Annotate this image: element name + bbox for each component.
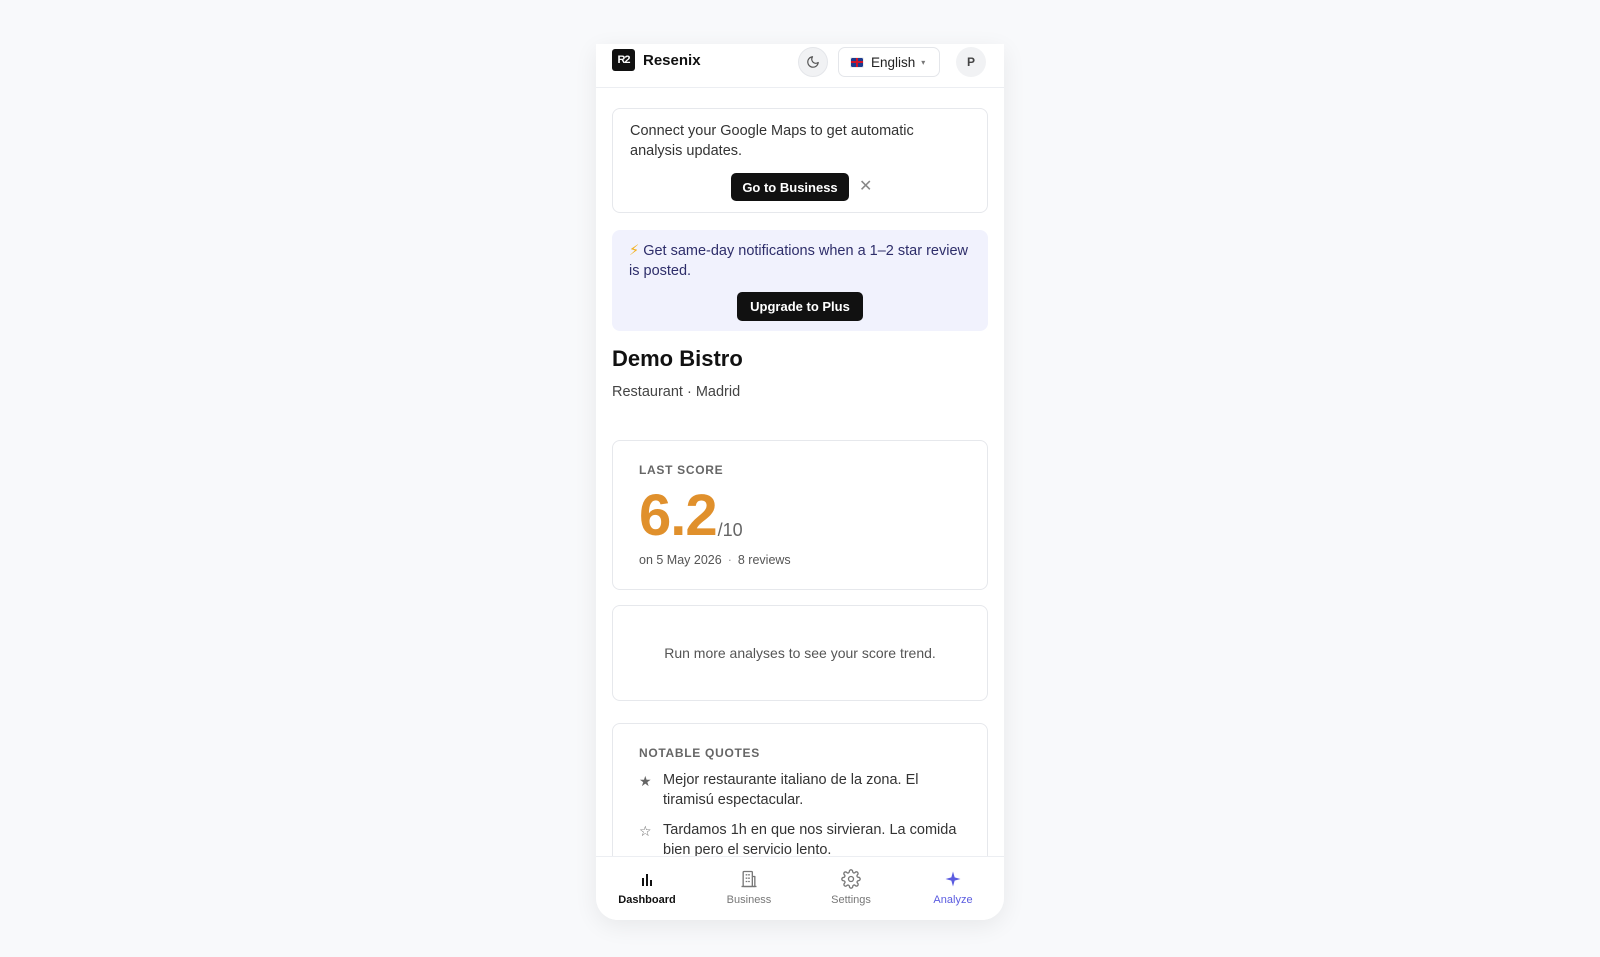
nav-analyze-label: Analyze (933, 894, 973, 906)
top-bar: R2 Resenix English ▾ P (596, 44, 1004, 88)
bar-chart-icon (639, 869, 655, 889)
avatar[interactable]: P (956, 47, 986, 77)
score-max: /10 (717, 520, 743, 540)
last-score-card: LAST SCORE 6.2 /10 on 5 May 2026 · 8 revie… (612, 440, 988, 590)
nav-dashboard[interactable]: Dashboard (596, 857, 698, 920)
upgrade-message: Get same-day notifications when a 1–2 st… (629, 243, 968, 279)
connect-banner-text: Connect your Google Maps to get automati… (630, 123, 914, 159)
score-date: on 5 May 2026 (639, 553, 722, 567)
trend-empty-message: Run more analyses to see your score tren… (664, 645, 936, 661)
connect-maps-banner: Connect your Google Maps to get automati… (612, 108, 988, 213)
nav-business-label: Business (726, 894, 772, 906)
brand-logo: R2 (612, 49, 635, 71)
quote-item: ★ Mejor restaurante italiano de la zona.… (639, 770, 961, 810)
theme-toggle-button[interactable] (798, 47, 828, 77)
bottom-nav: Dashboard Business Settings Analyze (596, 856, 1004, 920)
score-trend-card: Run more analyses to see your score tren… (612, 605, 988, 701)
nav-settings-label: Settings (831, 894, 871, 906)
score-meta: on 5 May 2026 · 8 reviews (639, 553, 961, 567)
gear-icon (841, 869, 861, 889)
score-value: 6.2 (639, 483, 718, 548)
app-frame: R2 Resenix English ▾ P Connect your Goog… (596, 44, 1004, 920)
nav-settings[interactable]: Settings (800, 857, 902, 920)
last-score-label: LAST SCORE (639, 463, 724, 477)
upgrade-banner-text: ⚡ Get same-day notifications when a 1–2 s… (629, 241, 971, 281)
brand-name: Resenix (643, 51, 701, 69)
business-subtitle: Restaurant · Madrid (612, 384, 741, 400)
meta-separator: · (727, 553, 732, 567)
uk-flag-icon (850, 56, 864, 68)
brand[interactable]: R2 Resenix (612, 49, 701, 71)
nav-business[interactable]: Business (698, 857, 800, 920)
upgrade-banner: ⚡ Get same-day notifications when a 1–2 s… (612, 230, 988, 331)
notable-quotes-label: NOTABLE QUOTES (639, 746, 760, 760)
quote-text: Mejor restaurante italiano de la zona. E… (663, 772, 919, 808)
quote-item: ☆ Tardamos 1h en que nos sirvieran. La c… (639, 820, 961, 860)
review-count: 8 reviews (737, 553, 791, 567)
lightning-icon: ⚡ (629, 243, 640, 259)
business-name: Demo Bistro (612, 346, 743, 371)
nav-dashboard-label: Dashboard (618, 894, 676, 906)
sparkle-icon (944, 869, 962, 889)
language-label: English (871, 54, 916, 70)
close-icon[interactable]: ✕ (859, 179, 872, 195)
nav-analyze[interactable]: Analyze (902, 857, 1004, 920)
star-outline-icon: ☆ (639, 823, 652, 839)
language-select[interactable]: English ▾ (838, 47, 940, 77)
chevron-down-icon: ▾ (921, 57, 926, 67)
score-row: 6.2 /10 (639, 483, 961, 545)
building-icon (739, 869, 759, 889)
star-filled-icon: ★ (639, 773, 652, 789)
go-to-business-button[interactable]: Go to Business (731, 173, 849, 201)
upgrade-to-plus-button[interactable]: Upgrade to Plus (737, 292, 863, 321)
quote-text: Tardamos 1h en que nos sirvieran. La com… (663, 822, 957, 858)
moon-icon (807, 56, 819, 68)
